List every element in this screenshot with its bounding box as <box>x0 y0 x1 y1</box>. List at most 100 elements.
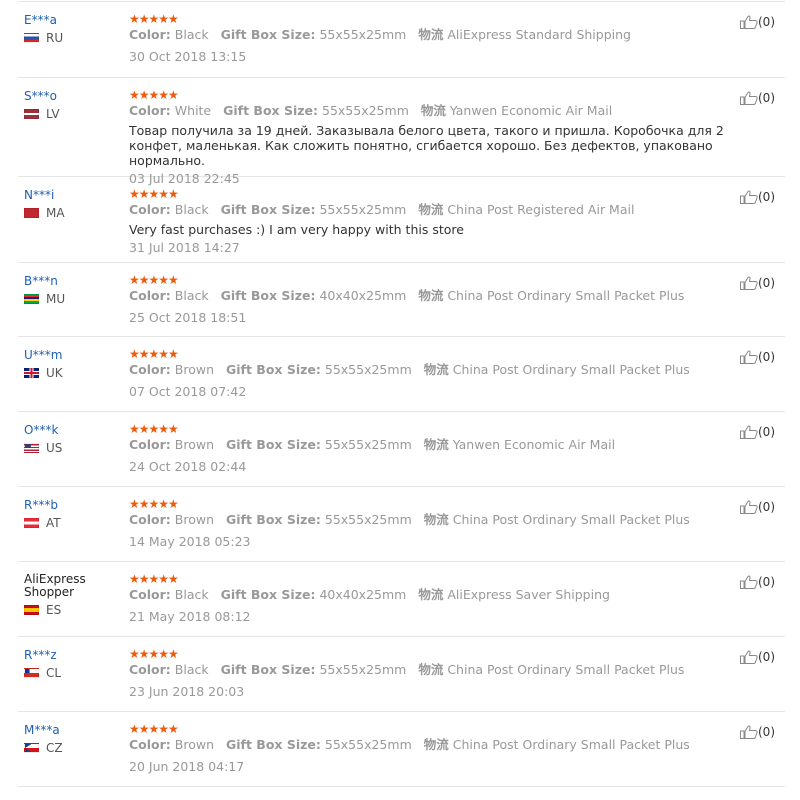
star-rating: ★★★★★ <box>129 422 179 436</box>
review-item: R***z CL ★★★★★ Color: Black Gift Box Siz… <box>18 637 785 712</box>
size-value: 55x55x25mm <box>324 512 412 527</box>
helpful-button[interactable]: (0) <box>740 276 775 290</box>
review-content: ★★★★★ Color: White Gift Box Size: 55x55x… <box>129 89 729 186</box>
reviewer-name[interactable]: O***k <box>24 423 124 437</box>
review-date: 23 Jun 2018 20:03 <box>129 684 245 699</box>
reviewer-country: MU <box>24 292 124 306</box>
flag-cz-icon <box>24 743 39 753</box>
review-item: N***i MA ★★★★★ Color: Black Gift Box Siz… <box>18 177 785 263</box>
color-label: Color: <box>129 437 171 452</box>
star-rating: ★★★★★ <box>129 187 179 201</box>
review-content: ★★★★★ Color: Brown Gift Box Size: 55x55x… <box>129 348 729 399</box>
order-attributes: Color: Brown Gift Box Size: 55x55x25mm 物… <box>129 737 729 753</box>
reviewer-name[interactable]: R***z <box>24 648 124 662</box>
color-value: Black <box>174 27 209 42</box>
size-value: 55x55x25mm <box>319 27 407 42</box>
color-label: Color: <box>129 512 171 527</box>
size-label: Gift Box Size: <box>226 437 321 452</box>
color-value: Brown <box>174 437 215 452</box>
size-value: 55x55x25mm <box>319 662 407 677</box>
reviewer-name[interactable]: S***o <box>24 89 124 103</box>
reviewer-country: UK <box>24 366 124 380</box>
color-label: Color: <box>129 288 171 303</box>
helpful-count: (0) <box>758 190 775 204</box>
order-attributes: Color: Black Gift Box Size: 55x55x25mm 物… <box>129 27 729 43</box>
shipping-value: China Post Ordinary Small Packet Plus <box>452 737 690 752</box>
reviewer-name[interactable]: E***a <box>24 13 124 27</box>
reviewer-name[interactable]: M***a <box>24 723 124 737</box>
flag-mu-icon <box>24 294 39 304</box>
reviewer-name[interactable]: B***n <box>24 274 124 288</box>
reviewer-country: CZ <box>24 741 124 755</box>
logistics-label: 物流 <box>423 737 449 752</box>
color-label: Color: <box>129 103 171 118</box>
logistics-label: 物流 <box>423 362 449 377</box>
review-content: ★★★★★ Color: Black Gift Box Size: 40x40x… <box>129 274 729 325</box>
logistics-label: 物流 <box>418 27 444 42</box>
review-date: 25 Oct 2018 18:51 <box>129 310 247 325</box>
star-rating: ★★★★★ <box>129 88 179 102</box>
helpful-count: (0) <box>758 425 775 439</box>
flag-us-icon <box>24 443 39 453</box>
color-value: Black <box>174 202 209 217</box>
reviewer-name[interactable]: N***i <box>24 188 124 202</box>
helpful-button[interactable]: (0) <box>740 425 775 439</box>
helpful-button[interactable]: (0) <box>740 350 775 364</box>
review-text: Very fast purchases :) I am very happy w… <box>129 222 464 237</box>
shipping-value: AliExpress Standard Shipping <box>447 27 631 42</box>
helpful-button[interactable]: (0) <box>740 725 775 739</box>
flag-lv-icon <box>24 109 39 119</box>
reviewer-name[interactable]: U***m <box>24 348 124 362</box>
flag-ma-icon <box>24 208 39 218</box>
review-text: Товар получила за 19 дней. Заказывала бе… <box>129 123 724 168</box>
color-value: Black <box>174 587 209 602</box>
thumbs-up-icon <box>740 15 758 29</box>
country-code: MA <box>46 206 65 220</box>
helpful-button[interactable]: (0) <box>740 91 775 105</box>
helpful-button[interactable]: (0) <box>740 15 775 29</box>
shipping-value: China Post Ordinary Small Packet Plus <box>452 362 690 377</box>
helpful-count: (0) <box>758 650 775 664</box>
star-rating: ★★★★★ <box>129 347 179 361</box>
star-rating: ★★★★★ <box>129 647 179 661</box>
star-rating: ★★★★★ <box>129 273 179 287</box>
logistics-label: 物流 <box>418 587 444 602</box>
color-value: Black <box>174 288 209 303</box>
review-date: 30 Oct 2018 13:15 <box>129 49 247 64</box>
helpful-button[interactable]: (0) <box>740 650 775 664</box>
country-code: CL <box>46 666 62 680</box>
color-value: Black <box>174 662 209 677</box>
reviewer-name[interactable]: R***b <box>24 498 124 512</box>
size-label: Gift Box Size: <box>223 103 319 118</box>
helpful-count: (0) <box>758 575 775 589</box>
logistics-label: 物流 <box>423 512 449 527</box>
color-label: Color: <box>129 662 171 677</box>
reviewer-country: US <box>24 441 124 455</box>
reviewer-info: S***o LV <box>24 89 124 121</box>
review-date: 31 Jul 2018 14:27 <box>129 240 240 255</box>
review-content: ★★★★★ Color: Black Gift Box Size: 55x55x… <box>129 188 729 255</box>
review-item: AliExpress Shopper ES ★★★★★ Color: Black… <box>18 562 785 637</box>
review-content: ★★★★★ Color: Black Gift Box Size: 55x55x… <box>129 13 729 64</box>
order-attributes: Color: Black Gift Box Size: 55x55x25mm 物… <box>129 662 729 678</box>
size-label: Gift Box Size: <box>226 737 321 752</box>
order-attributes: Color: Brown Gift Box Size: 55x55x25mm 物… <box>129 437 729 453</box>
helpful-count: (0) <box>758 15 775 29</box>
helpful-count: (0) <box>758 276 775 290</box>
flag-uk-icon <box>24 368 39 378</box>
country-code: UK <box>46 366 63 380</box>
reviewer-info: E***a RU <box>24 13 124 45</box>
review-item: U***m UK ★★★★★ Color: Brown Gift Box Siz… <box>18 337 785 412</box>
helpful-button[interactable]: (0) <box>740 575 775 589</box>
star-rating: ★★★★★ <box>129 497 179 511</box>
order-attributes: Color: White Gift Box Size: 55x55x25mm 物… <box>129 103 729 119</box>
review-content: ★★★★★ Color: Black Gift Box Size: 40x40x… <box>129 573 729 624</box>
color-value: Brown <box>174 512 215 527</box>
review-date: 07 Oct 2018 07:42 <box>129 384 247 399</box>
size-value: 40x40x25mm <box>319 288 407 303</box>
helpful-button[interactable]: (0) <box>740 500 775 514</box>
helpful-button[interactable]: (0) <box>740 190 775 204</box>
country-code: RU <box>46 31 64 45</box>
thumbs-up-icon <box>740 650 758 664</box>
shipping-value: China Post Ordinary Small Packet Plus <box>447 288 685 303</box>
